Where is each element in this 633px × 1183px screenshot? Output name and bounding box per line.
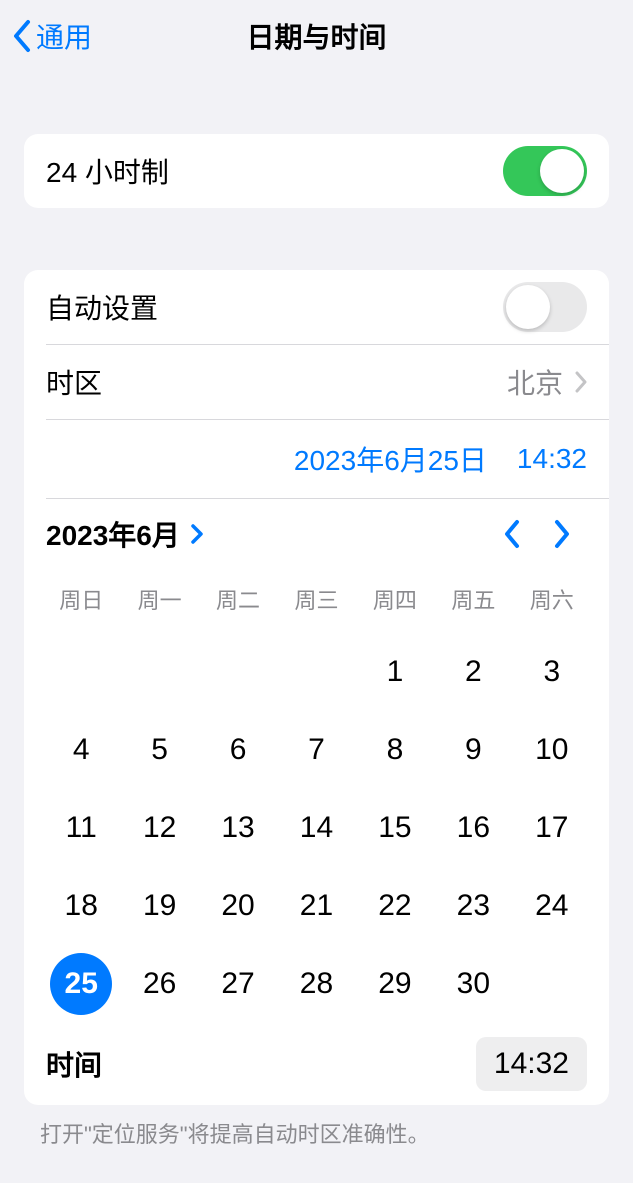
calendar-day[interactable]: 12: [129, 797, 191, 859]
calendar-day[interactable]: 4: [50, 719, 112, 781]
calendar-day[interactable]: 20: [207, 875, 269, 937]
hint-text: 打开"定位服务"将提高自动时区准确性。: [0, 1105, 633, 1149]
row-auto-set-label: 自动设置: [46, 287, 503, 327]
calendar-day[interactable]: 6: [207, 719, 269, 781]
calendar-day[interactable]: 16: [442, 797, 504, 859]
weekday-label: 周五: [434, 575, 512, 623]
calendar-day[interactable]: 21: [285, 875, 347, 937]
calendar-day[interactable]: 19: [129, 875, 191, 937]
chevron-right-icon: [552, 518, 572, 550]
row-auto-set: 自动设置: [24, 270, 609, 344]
calendar-month-label: 2023年6月: [46, 514, 180, 554]
calendar-day[interactable]: 15: [364, 797, 426, 859]
calendar-day[interactable]: 9: [442, 719, 504, 781]
calendar-day[interactable]: 2: [442, 641, 504, 703]
calendar-day[interactable]: 28: [285, 953, 347, 1015]
weekday-header: 周日周一周二周三周四周五周六: [24, 575, 609, 623]
weekday-label: 周二: [199, 575, 277, 623]
row-24h: 24 小时制: [24, 134, 609, 208]
selected-time-button[interactable]: 14:32: [517, 443, 587, 475]
selected-date-button[interactable]: 2023年6月25日: [294, 439, 487, 479]
calendar-day-empty: [129, 641, 191, 703]
back-label: 通用: [36, 16, 92, 56]
weekday-label: 周一: [120, 575, 198, 623]
back-button[interactable]: 通用: [12, 16, 92, 56]
calendar-grid: 1234567891011121314151617181920212223242…: [24, 633, 609, 1023]
chevron-right-icon: [575, 371, 587, 393]
row-timezone-value: 北京: [507, 362, 563, 402]
calendar-day[interactable]: 5: [129, 719, 191, 781]
chevron-left-icon: [502, 518, 522, 550]
toggle-auto-set[interactable]: [503, 282, 587, 332]
calendar-day[interactable]: 14: [285, 797, 347, 859]
calendar-day[interactable]: 30: [442, 953, 504, 1015]
calendar-day[interactable]: 23: [442, 875, 504, 937]
row-24h-label: 24 小时制: [46, 151, 503, 191]
calendar-day-empty: [521, 953, 583, 1015]
row-datetime: 2023年6月25日 14:32: [24, 420, 609, 498]
weekday-label: 周三: [277, 575, 355, 623]
calendar-day[interactable]: 8: [364, 719, 426, 781]
row-time: 时间 14:32: [24, 1023, 609, 1105]
calendar-day-empty: [285, 641, 347, 703]
time-picker-button[interactable]: 14:32: [476, 1037, 587, 1091]
calendar-day[interactable]: 1: [364, 641, 426, 703]
chevron-right-icon: [190, 523, 204, 545]
calendar-day[interactable]: 3: [521, 641, 583, 703]
row-timezone-label: 时区: [46, 362, 507, 402]
calendar-day[interactable]: 11: [50, 797, 112, 859]
calendar-day[interactable]: 24: [521, 875, 583, 937]
toggle-24h[interactable]: [503, 146, 587, 196]
calendar-day[interactable]: 29: [364, 953, 426, 1015]
calendar-day[interactable]: 25: [50, 953, 112, 1015]
calendar-day[interactable]: 13: [207, 797, 269, 859]
chevron-left-icon: [12, 19, 32, 53]
next-month-button[interactable]: [537, 509, 587, 559]
calendar-day[interactable]: 22: [364, 875, 426, 937]
calendar-day[interactable]: 17: [521, 797, 583, 859]
calendar-day[interactable]: 27: [207, 953, 269, 1015]
time-label: 时间: [46, 1044, 476, 1084]
weekday-label: 周六: [513, 575, 591, 623]
prev-month-button[interactable]: [487, 509, 537, 559]
calendar-day-empty: [207, 641, 269, 703]
calendar-day[interactable]: 10: [521, 719, 583, 781]
page-title: 日期与时间: [0, 16, 633, 56]
calendar-month-picker[interactable]: 2023年6月: [46, 514, 204, 554]
weekday-label: 周四: [356, 575, 434, 623]
calendar-day[interactable]: 18: [50, 875, 112, 937]
weekday-label: 周日: [42, 575, 120, 623]
row-timezone[interactable]: 时区 北京: [24, 345, 609, 419]
calendar-day[interactable]: 7: [285, 719, 347, 781]
calendar-day-empty: [50, 641, 112, 703]
calendar-day[interactable]: 26: [129, 953, 191, 1015]
